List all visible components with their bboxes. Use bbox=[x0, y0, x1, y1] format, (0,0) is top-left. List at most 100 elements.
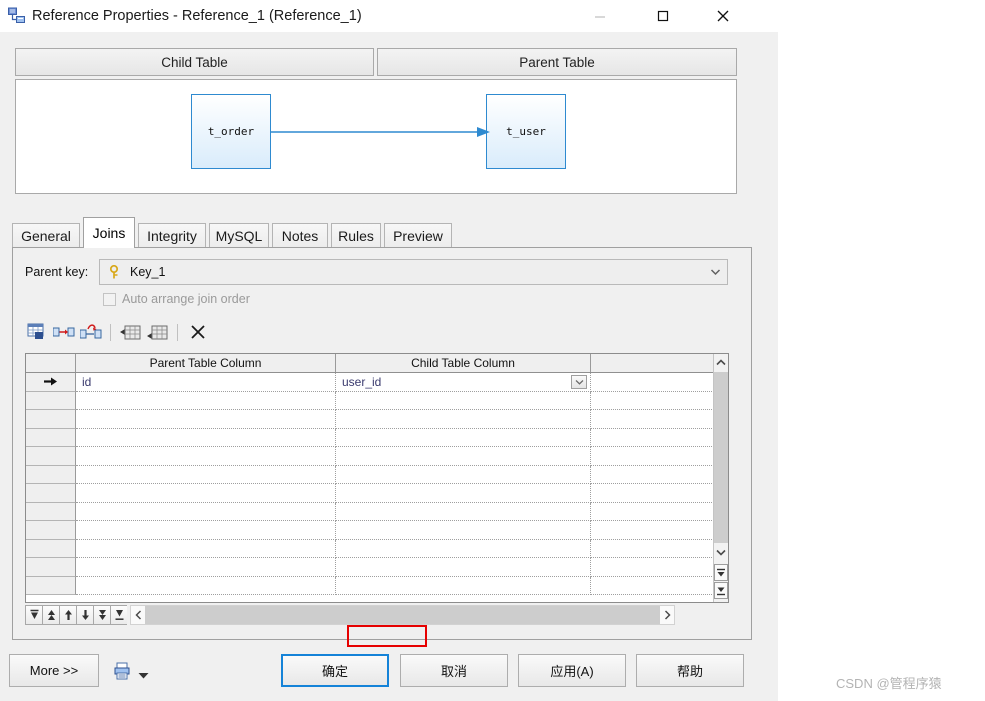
append-row-icon[interactable] bbox=[144, 320, 171, 344]
grid-row[interactable] bbox=[26, 447, 714, 466]
grid-row[interactable] bbox=[26, 391, 714, 410]
prev-page-icon[interactable] bbox=[42, 605, 59, 625]
row-selector[interactable] bbox=[26, 576, 76, 595]
cell-parent-table-column[interactable] bbox=[76, 391, 336, 410]
hscrollbar-thumb[interactable] bbox=[145, 606, 660, 624]
cell-child-table-column[interactable] bbox=[336, 447, 591, 466]
cell-parent-table-column[interactable] bbox=[76, 521, 336, 540]
minimize-button[interactable] bbox=[577, 0, 623, 31]
cell-child-table-column[interactable] bbox=[336, 502, 591, 521]
grid-row[interactable] bbox=[26, 428, 714, 447]
cell-parent-table-column[interactable] bbox=[76, 447, 336, 466]
cell-child-table-column[interactable] bbox=[336, 410, 591, 429]
cell-blank[interactable] bbox=[591, 521, 714, 540]
cell-child-table-column[interactable] bbox=[336, 539, 591, 558]
scroll-right-icon[interactable] bbox=[660, 606, 674, 624]
grid-row[interactable] bbox=[26, 539, 714, 558]
cell-blank[interactable] bbox=[591, 540, 714, 558]
cell-child-table-column[interactable]: user_id bbox=[336, 373, 591, 392]
cell-blank[interactable] bbox=[591, 429, 714, 447]
cell-parent-table-column[interactable] bbox=[76, 428, 336, 447]
grid-row[interactable]: id user_id bbox=[26, 373, 714, 392]
apply-button[interactable]: 应用(A) bbox=[518, 654, 626, 687]
cell-blank[interactable] bbox=[591, 410, 714, 429]
cell-parent-table-column[interactable] bbox=[76, 465, 336, 484]
first-record-icon[interactable] bbox=[25, 605, 42, 625]
row-selector[interactable] bbox=[26, 521, 76, 540]
scrollbar-thumb[interactable] bbox=[714, 372, 728, 543]
grid-row[interactable] bbox=[26, 558, 714, 577]
cell-child-table-column[interactable] bbox=[336, 484, 591, 503]
cell-blank[interactable] bbox=[591, 447, 714, 466]
maximize-button[interactable] bbox=[640, 0, 686, 31]
edit-join-icon[interactable] bbox=[77, 320, 104, 344]
auto-arrange-join-order-checkbox[interactable]: Auto arrange join order bbox=[103, 292, 250, 306]
joins-grid[interactable]: Parent Table Column Child Table Column i… bbox=[25, 353, 729, 603]
caret-down-icon[interactable] bbox=[138, 668, 149, 682]
diagram-node-parent[interactable]: t_user bbox=[486, 94, 566, 169]
row-selector[interactable] bbox=[26, 558, 76, 577]
cell-parent-table-column[interactable] bbox=[76, 484, 336, 503]
current-row-arrow-icon[interactable] bbox=[26, 373, 76, 392]
row-selector[interactable] bbox=[26, 428, 76, 447]
row-selector[interactable] bbox=[26, 502, 76, 521]
checkbox-box[interactable] bbox=[103, 292, 116, 306]
scroll-to-top-button[interactable] bbox=[714, 564, 728, 581]
cell-child-table-column[interactable] bbox=[336, 391, 591, 410]
help-button[interactable]: 帮助 bbox=[636, 654, 744, 687]
cell-child-table-column[interactable] bbox=[336, 521, 591, 540]
cell-blank[interactable] bbox=[591, 466, 714, 484]
row-selector[interactable] bbox=[26, 410, 76, 429]
next-record-icon[interactable] bbox=[76, 605, 93, 625]
grid-header-child-table-column[interactable]: Child Table Column bbox=[336, 354, 591, 372]
parent-key-select[interactable]: Key_1 bbox=[99, 259, 728, 285]
grid-row[interactable] bbox=[26, 410, 714, 429]
cell-blank[interactable] bbox=[591, 503, 714, 521]
cell-blank[interactable] bbox=[591, 577, 714, 595]
next-page-icon[interactable] bbox=[93, 605, 110, 625]
cell-dropdown-icon[interactable] bbox=[571, 375, 587, 389]
insert-row-icon[interactable] bbox=[117, 320, 144, 344]
row-selector[interactable] bbox=[26, 539, 76, 558]
cell-blank[interactable] bbox=[591, 484, 714, 503]
cell-blank[interactable] bbox=[591, 373, 714, 392]
select-columns-icon[interactable] bbox=[23, 320, 50, 344]
scroll-down-icon[interactable] bbox=[714, 544, 728, 561]
cell-child-table-column[interactable] bbox=[336, 558, 591, 577]
tab-notes[interactable]: Notes bbox=[272, 223, 328, 248]
cell-blank[interactable] bbox=[591, 392, 714, 410]
cell-child-table-column[interactable] bbox=[336, 428, 591, 447]
cell-blank[interactable] bbox=[591, 558, 714, 577]
scroll-left-icon[interactable] bbox=[131, 606, 145, 624]
row-selector[interactable] bbox=[26, 447, 76, 466]
cell-parent-table-column[interactable]: id bbox=[76, 373, 336, 392]
tab-integrity[interactable]: Integrity bbox=[138, 223, 206, 248]
row-selector[interactable] bbox=[26, 391, 76, 410]
print-icon[interactable] bbox=[112, 661, 132, 681]
scroll-to-bottom-button[interactable] bbox=[714, 582, 728, 599]
cell-parent-table-column[interactable] bbox=[76, 502, 336, 521]
add-join-icon[interactable] bbox=[50, 320, 77, 344]
cell-parent-table-column[interactable] bbox=[76, 576, 336, 595]
more-button[interactable]: More >> bbox=[9, 654, 99, 687]
grid-horizontal-scrollbar[interactable] bbox=[130, 605, 675, 625]
tab-preview[interactable]: Preview bbox=[384, 223, 452, 248]
grid-row[interactable] bbox=[26, 576, 714, 595]
grid-header-parent-table-column[interactable]: Parent Table Column bbox=[76, 354, 336, 372]
tab-general[interactable]: General bbox=[12, 223, 80, 248]
cell-parent-table-column[interactable] bbox=[76, 539, 336, 558]
row-selector[interactable] bbox=[26, 484, 76, 503]
prev-record-icon[interactable] bbox=[59, 605, 76, 625]
tab-joins[interactable]: Joins bbox=[83, 217, 135, 248]
cancel-button[interactable]: 取消 bbox=[400, 654, 508, 687]
grid-vertical-scrollbar[interactable] bbox=[713, 354, 728, 602]
diagram-node-child[interactable]: t_order bbox=[191, 94, 271, 169]
last-record-icon[interactable] bbox=[110, 605, 127, 625]
cell-parent-table-column[interactable] bbox=[76, 410, 336, 429]
tab-rules[interactable]: Rules bbox=[331, 223, 381, 248]
row-selector[interactable] bbox=[26, 465, 76, 484]
delete-icon[interactable] bbox=[184, 320, 211, 344]
grid-row[interactable] bbox=[26, 502, 714, 521]
scroll-up-icon[interactable] bbox=[714, 354, 728, 371]
grid-row[interactable] bbox=[26, 465, 714, 484]
